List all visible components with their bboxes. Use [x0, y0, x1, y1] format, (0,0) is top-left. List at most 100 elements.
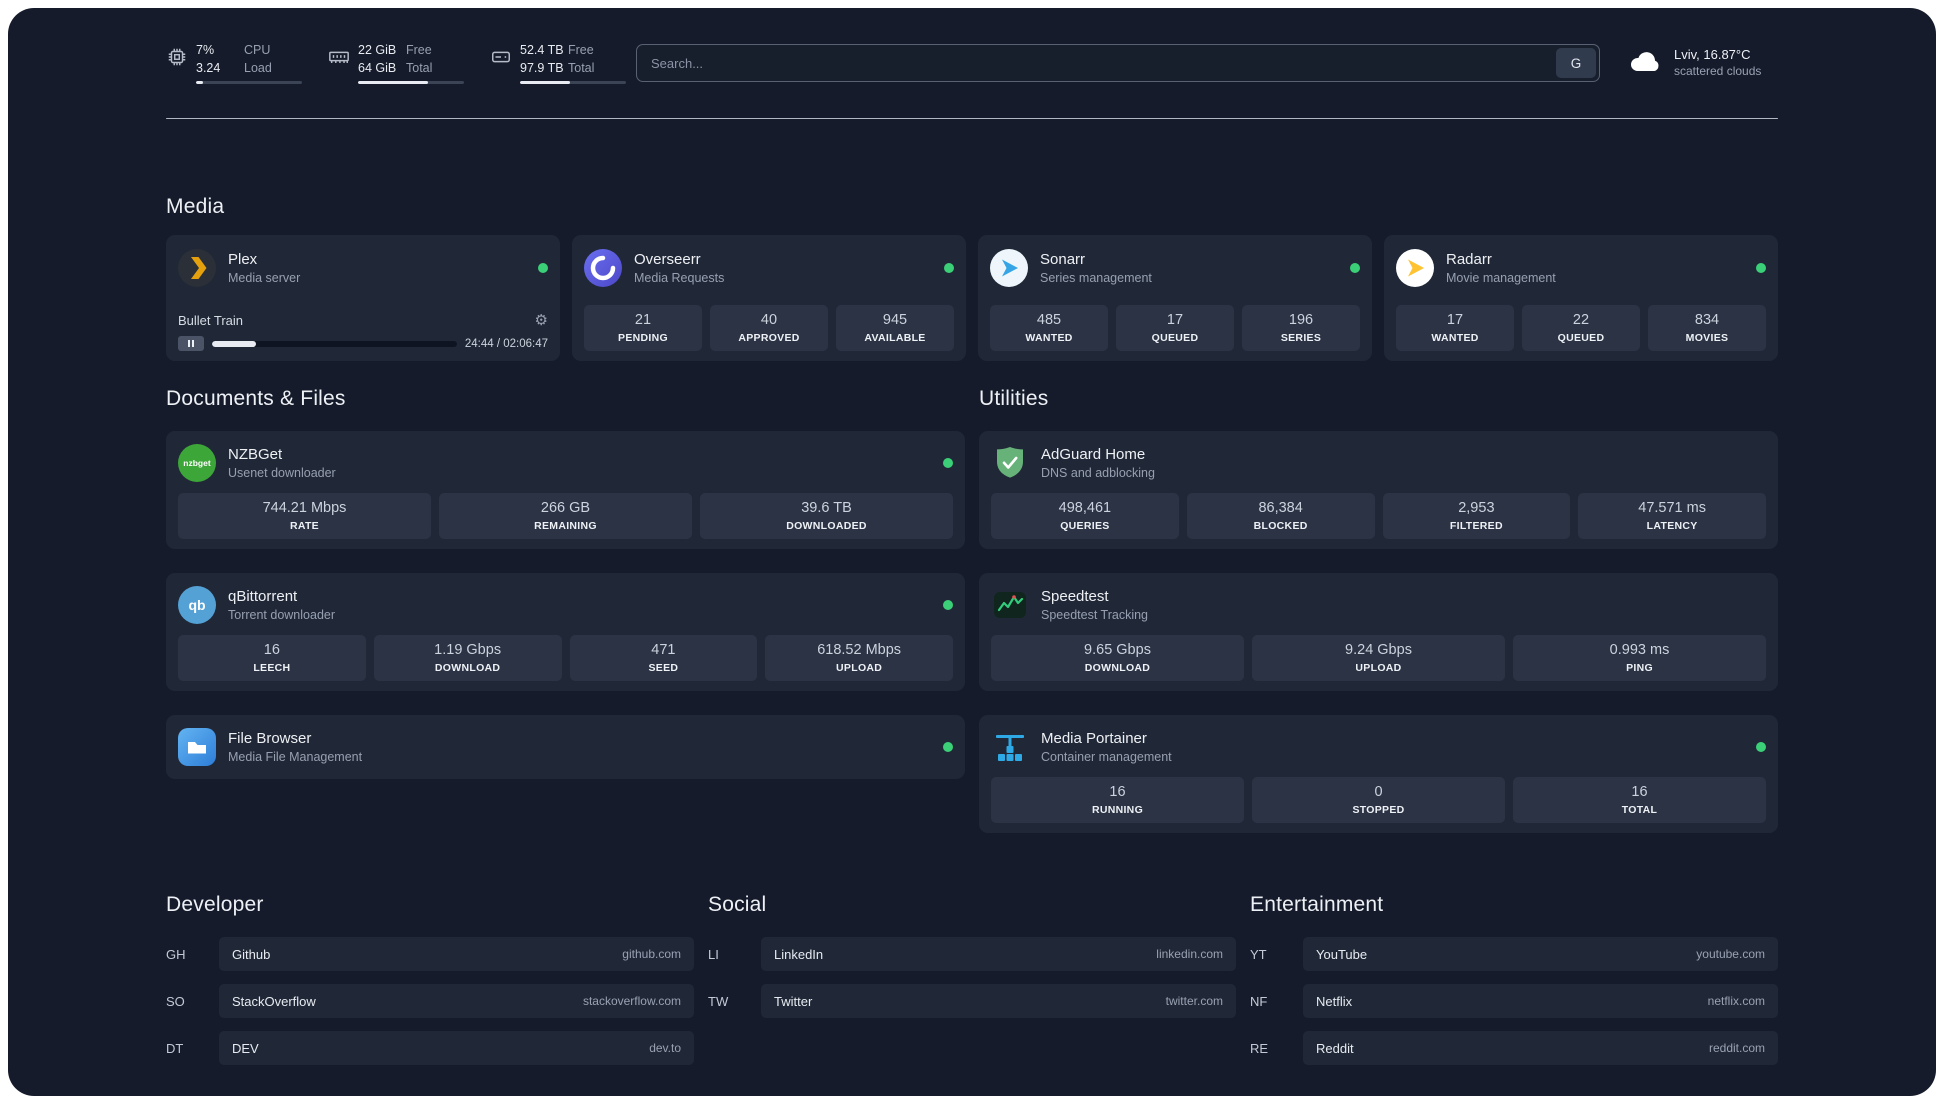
ram-progressbar — [358, 81, 464, 84]
settings-gear-icon[interactable]: ⚙ — [535, 313, 548, 328]
bookmark-dev: DT DEV dev.to — [166, 1031, 694, 1065]
disk-icon — [490, 46, 512, 68]
search-input[interactable] — [637, 55, 1553, 71]
cpu-progressbar — [196, 81, 302, 84]
plex-now-playing: Bullet Train ⚙ 24:44 / 02:06:47 — [178, 313, 548, 351]
bookmark-netflix: NF Netflix netflix.com — [1250, 984, 1778, 1018]
stat-queries: 498,461 QUERIES — [991, 493, 1179, 539]
service-overseerr[interactable]: Overseerr Media Requests — [584, 245, 954, 291]
bookmark-link-reddit[interactable]: Reddit reddit.com — [1303, 1031, 1778, 1065]
bookmark-link-github[interactable]: Github github.com — [219, 937, 694, 971]
playback-progressbar[interactable] — [212, 340, 457, 347]
stat-rate: 744.21 Mbps RATE — [178, 493, 431, 539]
service-name: NZBGet — [228, 445, 283, 463]
status-dot — [538, 263, 548, 273]
dashboard-panel: 7% CPU 3.24 Load 22 GiB Free 64 GiB Total — [8, 8, 1936, 1096]
documents-section-title: Documents & Files — [166, 387, 346, 410]
status-dot — [943, 600, 953, 611]
service-name: qBittorrent — [228, 587, 298, 605]
ram-icon — [328, 46, 350, 68]
header-divider — [166, 118, 1778, 119]
service-desc: Container management — [1041, 750, 1172, 765]
service-name: Radarr — [1446, 250, 1492, 268]
stat-latency: 47.571 ms LATENCY — [1578, 493, 1766, 539]
status-dot — [1756, 263, 1766, 273]
card-nzbget: nzbget NZBGet Usenet downloader 744.21 M… — [166, 431, 965, 549]
stat-remaining: 266 GB REMAINING — [439, 493, 692, 539]
qbittorrent-icon: qb — [178, 586, 216, 625]
stat-stopped: 0 STOPPED — [1252, 777, 1505, 823]
bookmark-link-dev[interactable]: DEV dev.to — [219, 1031, 694, 1065]
stat-movies: 834 MOVIES — [1648, 305, 1766, 351]
service-adguard[interactable]: AdGuard Home DNS and adblocking — [991, 441, 1766, 485]
service-desc: Media server — [228, 271, 301, 286]
service-name: Sonarr — [1040, 250, 1086, 268]
media-section-title: Media — [166, 195, 225, 218]
bookmark-link-netflix[interactable]: Netflix netflix.com — [1303, 984, 1778, 1018]
bookmark-link-twitter[interactable]: Twitter twitter.com — [761, 984, 1236, 1018]
card-portainer: Media Portainer Container management 16 R… — [979, 715, 1778, 833]
stat-download: 9.65 Gbps DOWNLOAD — [991, 635, 1244, 681]
service-speedtest[interactable]: Speedtest Speedtest Tracking — [991, 583, 1766, 627]
weather-widget: Lviv, 16.87°C scattered clouds — [1628, 46, 1778, 81]
service-desc: Movie management — [1446, 271, 1556, 286]
bookmark-link-stackoverflow[interactable]: StackOverflow stackoverflow.com — [219, 984, 694, 1018]
pause-button[interactable] — [178, 336, 204, 351]
stat-download: 1.19 Gbps DOWNLOAD — [373, 635, 562, 681]
service-sonarr[interactable]: Sonarr Series management — [990, 245, 1360, 291]
status-dot — [1756, 742, 1766, 753]
status-dot — [1350, 263, 1360, 273]
stat-upload: 9.24 Gbps UPLOAD — [1252, 635, 1505, 681]
documents-column: Documents & Files nzbget NZBGet Usenet d… — [166, 387, 965, 833]
filebrowser-icon — [178, 728, 216, 766]
card-speedtest: Speedtest Speedtest Tracking 9.65 Gbps DO… — [979, 573, 1778, 691]
weather-location: Lviv, 16.87°C — [1674, 47, 1751, 63]
plex-icon — [178, 249, 216, 287]
status-dot — [943, 742, 953, 752]
ram-free: 22 GiB — [358, 43, 397, 57]
cloud-icon — [1628, 46, 1664, 81]
cpu-load: 3.24 — [196, 60, 221, 75]
stat-total: 16 TOTAL — [1513, 777, 1766, 823]
now-playing-title: Bullet Train — [178, 313, 244, 328]
bookmark-link-linkedin[interactable]: LinkedIn linkedin.com — [761, 937, 1236, 971]
service-desc: Media Requests — [634, 271, 725, 286]
service-name: Speedtest — [1041, 587, 1109, 605]
service-portainer[interactable]: Media Portainer Container management — [991, 725, 1766, 769]
card-plex: Plex Media server Bullet Train ⚙ 24:44 /… — [166, 235, 560, 361]
adguard-icon — [991, 444, 1029, 482]
weather-condition: scattered clouds — [1674, 64, 1762, 79]
overseerr-icon — [584, 249, 622, 287]
service-desc: Series management — [1040, 271, 1152, 286]
stat-blocked: 86,384 BLOCKED — [1186, 493, 1375, 539]
playback-time: 24:44 / 02:06:47 — [464, 337, 548, 350]
ram-total: 64 GiB — [358, 60, 397, 75]
stat-leech: 16 LEECH — [178, 635, 366, 681]
stat-running: 16 RUNNING — [991, 777, 1244, 823]
resource-widgets: 7% CPU 3.24 Load 22 GiB Free 64 GiB Total — [166, 42, 626, 84]
card-adguard: AdGuard Home DNS and adblocking 498,461 Q… — [979, 431, 1778, 549]
service-filebrowser[interactable]: File Browser Media File Management — [178, 724, 953, 770]
bookmark-link-youtube[interactable]: YouTube youtube.com — [1303, 937, 1778, 971]
sonarr-icon — [990, 249, 1028, 287]
service-radarr[interactable]: Radarr Movie management — [1396, 245, 1766, 291]
service-name: AdGuard Home — [1041, 445, 1146, 463]
stat-seed: 471 SEED — [569, 635, 758, 681]
disk-free: 52.4 TB — [520, 43, 564, 57]
card-radarr: Radarr Movie management 17 WANTED 22 QUEUE… — [1384, 235, 1778, 361]
service-desc: DNS and adblocking — [1041, 466, 1155, 481]
speedtest-icon — [991, 586, 1029, 624]
card-sonarr: Sonarr Series management 485 WANTED 17 QUE… — [978, 235, 1372, 361]
service-qbittorrent[interactable]: qb qBittorrent Torrent downloader — [178, 583, 953, 627]
stat-wanted: 17 WANTED — [1396, 305, 1514, 351]
search-provider-button[interactable]: G — [1556, 48, 1596, 78]
utilities-section-title: Utilities — [979, 387, 1049, 410]
service-plex[interactable]: Plex Media server — [178, 245, 548, 291]
service-nzbget[interactable]: nzbget NZBGet Usenet downloader — [178, 441, 953, 485]
service-name: Media Portainer — [1041, 729, 1147, 747]
header-bar: 7% CPU 3.24 Load 22 GiB Free 64 GiB Total — [166, 8, 1778, 84]
cpu-widget: 7% CPU 3.24 Load — [166, 42, 302, 84]
bookmark-linkedin: LI LinkedIn linkedin.com — [708, 937, 1236, 971]
stat-available: 945 AVAILABLE — [836, 305, 954, 351]
stat-approved: 40 APPROVED — [710, 305, 828, 351]
